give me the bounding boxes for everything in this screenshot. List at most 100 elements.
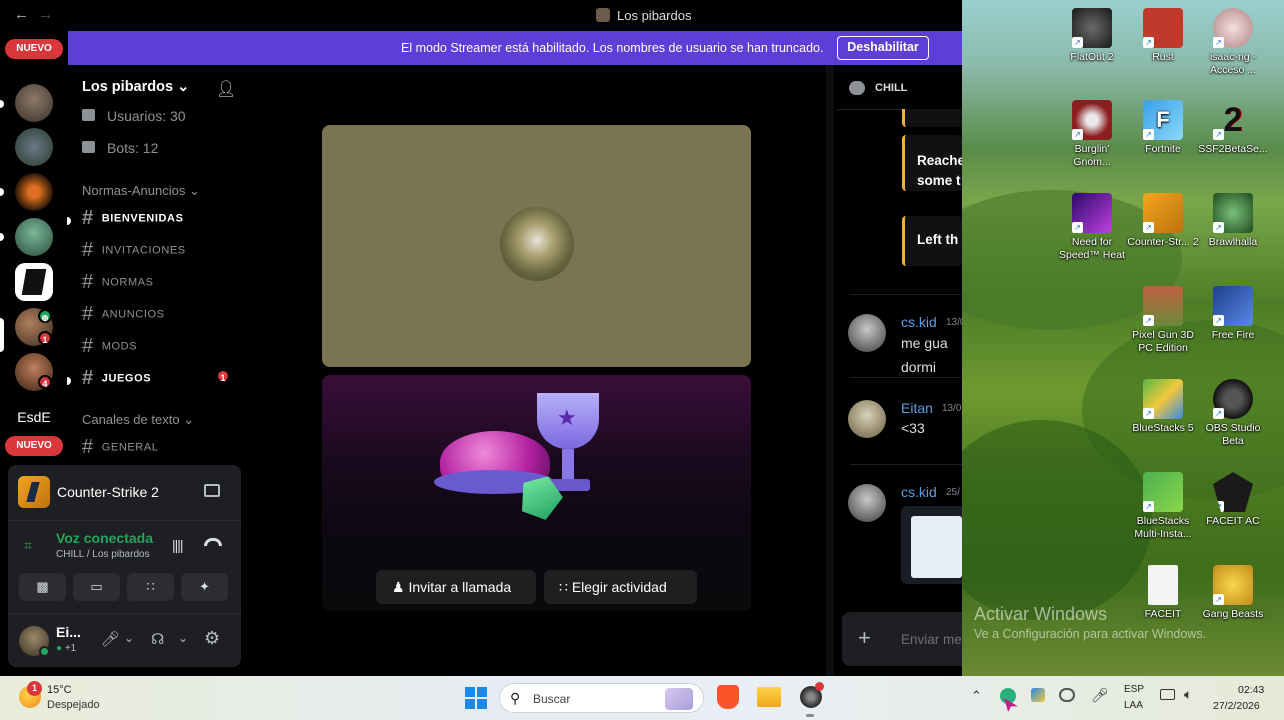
channel-item-juegos[interactable]: # JUEGOS [82, 367, 151, 390]
hash-icon: # [82, 367, 94, 389]
brave-browser-icon[interactable] [717, 685, 739, 709]
icon-label: Fortnite [1145, 143, 1181, 155]
server-text-icon[interactable]: EsdE [15, 406, 53, 428]
desktop-icon-bluestacks[interactable]: ↗ BlueStacks 5 [1127, 379, 1199, 435]
desktop-icon-counter-strike-2[interactable]: ↗ Counter-Str... 2 [1127, 193, 1199, 249]
message-author[interactable]: cs.kid [901, 484, 937, 500]
camera-off-button[interactable]: ▩ [19, 573, 66, 601]
microphone-icon[interactable]: 🎤︎ [101, 630, 120, 648]
chevron-down-icon[interactable]: ⌄ [178, 631, 188, 645]
desktop-icon-brawlhalla[interactable]: ↗ Brawlhalla [1197, 193, 1269, 249]
back-arrow-icon[interactable]: ← [14, 6, 29, 23]
cloud-icon[interactable] [1059, 688, 1075, 702]
ssf2-icon: 2 ↗ [1213, 100, 1253, 140]
voice-status[interactable]: Voz conectada [56, 530, 153, 546]
channel-item-invitaciones[interactable]: # INVITACIONES [82, 239, 186, 262]
clock-time[interactable]: 02:43 [1238, 684, 1264, 696]
chat-panel: CHILL Reache some t Left th cs.kid 13/0 … [836, 65, 962, 676]
file-explorer-icon[interactable] [757, 687, 781, 707]
message-attachment[interactable] [901, 506, 962, 584]
message-author[interactable]: Eitan [901, 400, 933, 416]
choose-activity-button[interactable]: ∷ Elegir actividad [544, 570, 697, 604]
server-icon-1[interactable] [15, 84, 53, 122]
category-rules[interactable]: Normas-Anuncios ⌄ [82, 183, 200, 199]
soundboard-button[interactable]: ✦ [181, 573, 228, 601]
category-text-channels[interactable]: Canales de texto ⌄ [82, 412, 194, 428]
voice-user-panel: Counter-Strike 2 ⌗ Voz conectada CHILL /… [8, 465, 241, 667]
desktop-icon-nfs-heat[interactable]: ↗ Need for Speed™ Heat [1056, 193, 1128, 262]
chat-channel-name: CHILL [875, 82, 908, 94]
avatar[interactable] [848, 400, 886, 438]
desktop-icon-burglin-gnomes[interactable]: ↗ Burglin' Gnom... [1056, 100, 1128, 169]
windows-start-icon[interactable] [465, 687, 487, 709]
channel-label: INVITACIONES [101, 244, 186, 257]
channel-item-bienvenidas[interactable]: # BIENVENIDAS [82, 207, 184, 230]
desktop-icon-isaac[interactable]: ↗ isaac-ng - Acceso ... [1197, 8, 1269, 77]
message-input[interactable]: + Enviar me [842, 612, 962, 666]
invite-label: Invitar a llamada [408, 579, 512, 595]
avatar[interactable] [848, 314, 886, 352]
disable-streamer-button[interactable]: Deshabilitar [837, 36, 929, 60]
server-icon-4[interactable] [15, 218, 53, 256]
tray-app-icon[interactable] [1031, 688, 1045, 702]
taskbar: 1 15°C Despejado ⚲ Buscar ⌃ 🎤︎ ESP LAA 🔈… [0, 676, 1284, 720]
monitor-icon: ▭ [90, 579, 103, 594]
embed-card: Reache some t [902, 135, 962, 191]
channel-badge: 1 [216, 369, 230, 383]
microphone-icon[interactable]: 🎤︎ [1091, 687, 1109, 704]
noise-suppression-icon[interactable]: |||| [172, 537, 184, 553]
channel-item-general[interactable]: # GENERAL [82, 436, 159, 459]
icon-label: BlueStacks 5 [1132, 422, 1194, 434]
desktop-icon-ssf2[interactable]: 2 ↗ SSF2BetaSe... [1197, 100, 1269, 156]
desktop-icon-bluestacks-multi[interactable]: ↗ BlueStacks Multi-Insta... [1127, 472, 1199, 541]
discord-window: ← → Los pibardos El modo Streamer está h… [0, 0, 962, 676]
desktop-icon-obs[interactable]: ↗ OBS Studio Beta [1197, 379, 1269, 448]
channel-item-normas[interactable]: # NORMAS [82, 271, 154, 294]
desktop-icon-rust[interactable]: ↗ Rust [1127, 8, 1199, 64]
forward-arrow-icon[interactable]: → [38, 6, 53, 23]
desktop-icon-faceit[interactable]: FACEIT [1127, 565, 1199, 621]
screen-share-icon[interactable] [204, 484, 220, 497]
embed-text: Left th [917, 232, 959, 247]
volume-icon[interactable]: 🔈︎ [1184, 686, 1192, 703]
divider [826, 65, 834, 676]
headphones-icon[interactable]: ☊ [151, 630, 164, 648]
username[interactable]: Ei... [56, 624, 81, 640]
desktop: ↗ FlatOut 2 ↗ Rust ↗ isaac-ng - Acceso ... … [962, 0, 1284, 676]
server-icon-2[interactable] [15, 128, 53, 166]
embed-text: some t [917, 173, 961, 188]
screen: ← → Los pibardos El modo Streamer está h… [0, 0, 1284, 720]
user-sub-label: +1 [64, 643, 77, 654]
desktop-icon-faceit-ac[interactable]: ↗ FACEIT AC [1197, 472, 1269, 528]
plus-icon[interactable]: + [858, 625, 871, 651]
channel-item-mods[interactable]: # MODS [82, 335, 137, 358]
search-box[interactable]: ⚲ Buscar [499, 683, 704, 713]
settings-gear-icon[interactable]: ⚙ [204, 628, 220, 649]
channel-item-anuncios[interactable]: # ANUNCIOS [82, 303, 165, 326]
server-name-label: Los pibardos [82, 79, 174, 95]
disconnect-icon[interactable] [204, 538, 222, 546]
invite-to-call-button[interactable]: ♟︎ Invitar a llamada [376, 570, 536, 604]
server-name[interactable]: Los pibardos ⌄ [82, 79, 189, 95]
desktop-icon-flatout[interactable]: ↗ FlatOut 2 [1056, 8, 1128, 64]
desktop-icon-fortnite[interactable]: F ↗ Fortnite [1127, 100, 1199, 156]
weather-temp[interactable]: 15°C [47, 684, 72, 696]
chevron-down-icon[interactable]: ⌄ [124, 631, 134, 645]
avatar[interactable] [848, 484, 886, 522]
server-icon-5[interactable] [15, 263, 53, 301]
bots-label: Bots: 12 [107, 140, 159, 156]
desktop-icon-free-fire[interactable]: ↗ Free Fire [1197, 286, 1269, 342]
chevron-up-icon[interactable]: ⌃ [971, 688, 982, 704]
desktop-icon-pixel-gun[interactable]: ↗ Pixel Gun 3D PC Edition [1127, 286, 1199, 355]
network-icon[interactable] [1160, 689, 1175, 700]
server-icon-3[interactable] [15, 173, 53, 211]
desktop-icon-gang-beasts[interactable]: ↗ Gang Beasts [1197, 565, 1269, 621]
activities-button[interactable]: ∷ [127, 573, 174, 601]
participant-tile[interactable] [322, 125, 751, 367]
add-member-icon[interactable]: 👤︎ [216, 79, 236, 99]
counter-strike-icon: ↗ [1143, 193, 1183, 233]
message-author[interactable]: cs.kid [901, 314, 937, 330]
language-top[interactable]: ESP [1124, 684, 1144, 695]
grid-icon: ∷ [559, 579, 568, 595]
share-screen-button[interactable]: ▭ [73, 573, 120, 601]
